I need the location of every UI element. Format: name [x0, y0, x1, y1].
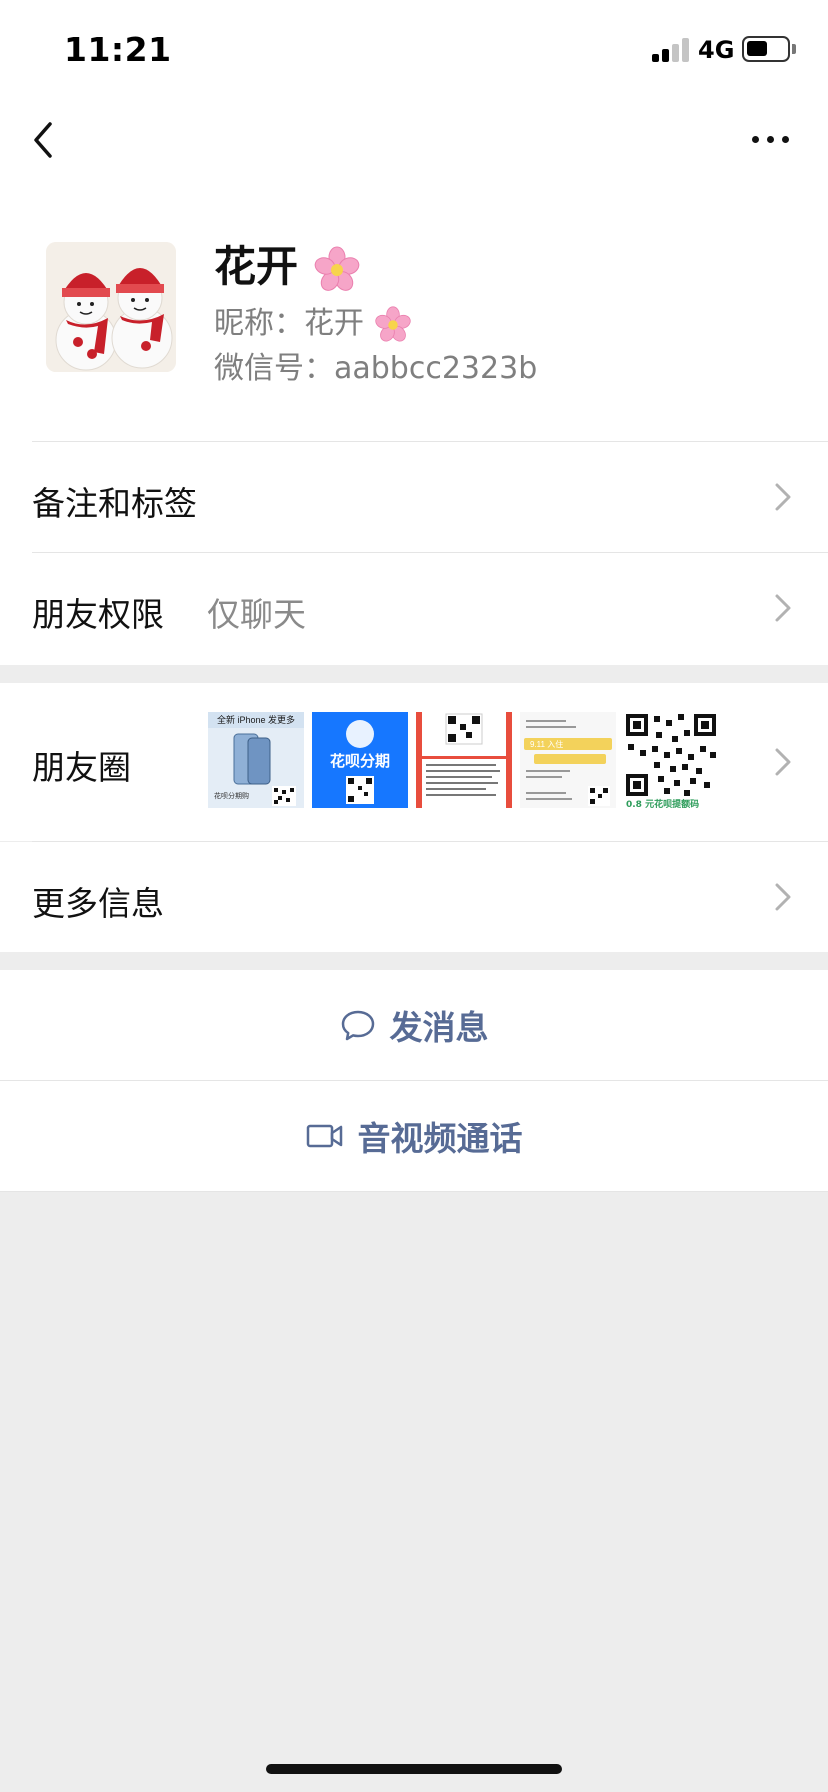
- battery-icon: [742, 36, 790, 62]
- friend-permissions-row[interactable]: 朋友权限 仅聊天: [0, 553, 828, 663]
- home-indicator[interactable]: [266, 1764, 562, 1774]
- chevron-right-icon: [775, 483, 791, 511]
- contact-profile-page: 11:21 4G 花开 昵称：花开 微信号：aabbcc2323b 备注和标签 …: [0, 0, 828, 1792]
- chat-bubble-icon: [341, 1010, 374, 1041]
- battery-tip: [792, 44, 796, 54]
- row-label: 朋友圈: [32, 748, 131, 787]
- thumb-title: 9.11 入住: [530, 739, 563, 749]
- av-call-label: 音视频通话: [357, 1119, 523, 1158]
- wechat-id-line: 微信号：aabbcc2323b: [214, 343, 537, 387]
- moments-thumbnail[interactable]: 全新 iPhone 发更多 花呗分期购: [208, 712, 304, 808]
- status-bar: 11:21 4G: [0, 0, 828, 100]
- wechat-id-label: 微信号：: [214, 351, 334, 386]
- signal-strength-icon: [652, 38, 692, 62]
- chevron-right-icon: [775, 883, 791, 911]
- row-label: 朋友权限: [32, 595, 164, 634]
- status-time: 11:21: [64, 30, 172, 69]
- iphone-ad-image: 全新 iPhone 发更多 花呗分期购: [208, 712, 304, 808]
- moments-thumbnail[interactable]: 花呗分期: [312, 712, 408, 808]
- back-button[interactable]: [26, 118, 66, 162]
- video-camera-icon: [306, 1124, 342, 1148]
- more-info-row[interactable]: 更多信息: [0, 842, 828, 952]
- remarks-tags-row[interactable]: 备注和标签: [0, 442, 828, 552]
- thumb-title: 花呗分期: [330, 752, 390, 770]
- thumb-caption: 花呗分期购: [214, 791, 249, 800]
- row-value: 仅聊天: [207, 595, 306, 634]
- nickname-value: 花开: [304, 306, 364, 341]
- huabei-ad-image: 花呗分期: [312, 712, 408, 808]
- profile-name-text: 花开: [214, 242, 299, 291]
- send-message-button[interactable]: 发消息: [0, 970, 828, 1080]
- send-message-label: 发消息: [389, 1008, 489, 1047]
- chevron-right-icon: [775, 594, 791, 622]
- row-label: 备注和标签: [32, 484, 197, 523]
- section-gap: [0, 952, 828, 970]
- profile-name: 花开: [214, 233, 361, 294]
- section-gap: [0, 665, 828, 683]
- avatar[interactable]: [46, 242, 176, 372]
- more-options-button[interactable]: [746, 124, 796, 154]
- divider: [0, 1191, 828, 1192]
- nickname-line: 昵称：花开: [214, 298, 412, 344]
- network-type: 4G: [698, 36, 735, 64]
- thumb-title: 全新 iPhone 发更多: [217, 714, 295, 725]
- moments-thumbnail[interactable]: 0.8 元花呗提额码: [624, 712, 720, 808]
- snowman-avatar-image: [46, 242, 176, 372]
- moments-thumbnail[interactable]: [416, 712, 512, 808]
- row-label: 更多信息: [32, 884, 164, 923]
- moments-thumbnail[interactable]: 9.11 入住: [520, 712, 616, 808]
- qr-code-image: 0.8 元花呗提额码: [624, 712, 720, 808]
- chevron-right-icon: [775, 748, 791, 776]
- nickname-label: 昵称：: [214, 306, 304, 341]
- promo-qr-image: [416, 712, 512, 808]
- wechat-id-value[interactable]: aabbcc2323b: [334, 351, 537, 386]
- chat-screenshot-image: 9.11 入住: [520, 712, 616, 808]
- flower-emoji-icon: [374, 305, 411, 342]
- flower-emoji-icon: [314, 246, 359, 291]
- back-icon: [34, 122, 52, 158]
- av-call-button[interactable]: 音视频通话: [0, 1081, 828, 1191]
- thumb-caption: 0.8 元花呗提额码: [626, 798, 699, 808]
